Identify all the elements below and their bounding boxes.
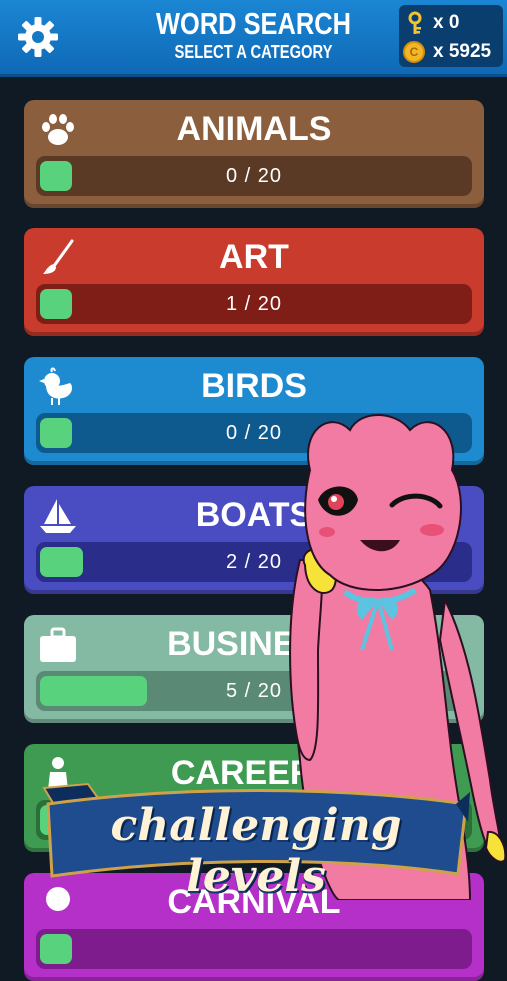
coins-count: x 5925 xyxy=(433,41,492,62)
progress-bar: 0 / 20 xyxy=(36,413,472,453)
progress-text: 2 / 20 xyxy=(225,551,283,573)
category-name: ART xyxy=(219,238,289,276)
progress-bar: 0 / 20 xyxy=(36,156,472,196)
progress-text: 1 / 20 xyxy=(225,293,283,315)
key-icon xyxy=(408,11,422,34)
coins-counter: C x 5925 xyxy=(403,39,491,65)
category-name: ANIMALS xyxy=(176,110,332,148)
category-card-boats[interactable]: BOATS 2 / 20 xyxy=(24,486,484,594)
progress-text: 0 / 20 xyxy=(225,422,283,444)
coin-icon: C xyxy=(403,41,425,63)
category-name: BIRDS xyxy=(201,367,307,405)
top-bar: WORD SEARCH SELECT A CATEGORY x 0 C x 59… xyxy=(0,0,507,77)
category-name: BOATS xyxy=(195,496,313,534)
promo-banner: challenging levels xyxy=(38,778,474,902)
banner-text: challenging levels xyxy=(110,800,402,902)
keys-counter: x 0 xyxy=(403,10,459,36)
progress-fill xyxy=(40,934,72,964)
category-card-art[interactable]: ART 1 / 20 xyxy=(24,228,484,336)
progress-bar: 1 / 20 xyxy=(36,284,472,324)
currency-panel: x 0 C x 5925 xyxy=(399,5,503,67)
category-name: BUSINESS xyxy=(167,625,341,663)
category-card-birds[interactable]: BIRDS 0 / 20 xyxy=(24,357,484,465)
category-card-animals[interactable]: ANIMALS 0 / 20 xyxy=(24,100,484,208)
keys-count: x 0 xyxy=(433,12,460,33)
progress-bar: 2 / 20 xyxy=(36,542,472,582)
progress-text: 5 / 20 xyxy=(225,680,283,702)
progress-bar: 5 / 20 xyxy=(36,671,472,711)
progress-bar xyxy=(36,929,472,969)
category-card-business[interactable]: BUSINESS 5 / 20 xyxy=(24,615,484,723)
progress-text: 0 / 20 xyxy=(225,165,283,187)
